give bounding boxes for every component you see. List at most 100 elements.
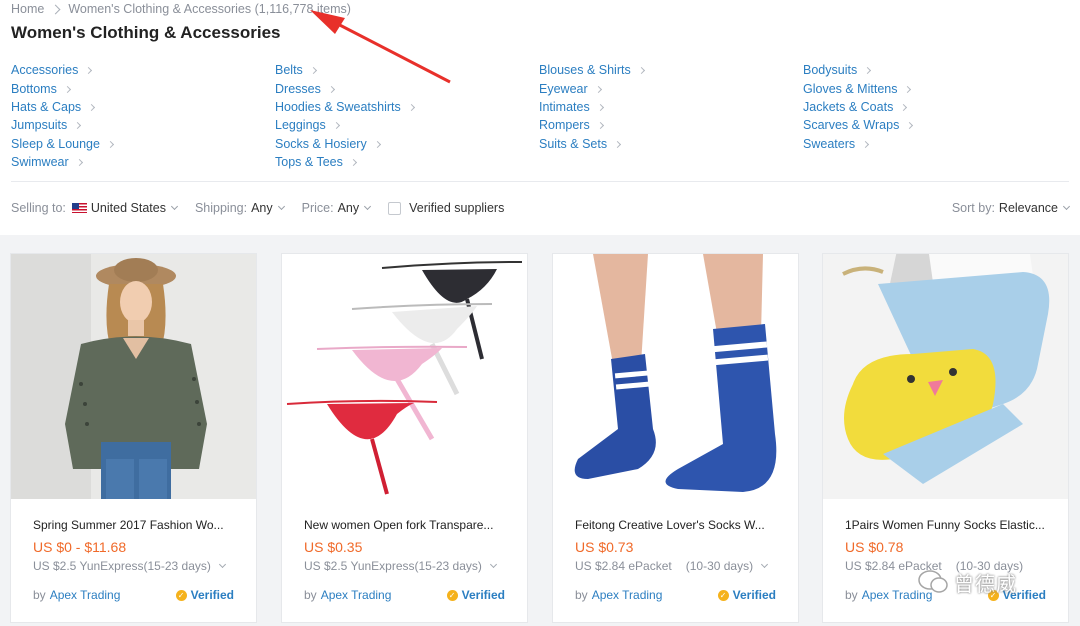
product-image[interactable] — [11, 254, 256, 499]
category-label: Tops & Tees — [275, 155, 343, 170]
supplier-link[interactable]: Apex Trading — [592, 588, 663, 602]
category-link[interactable]: Intimates — [539, 98, 803, 116]
category-link[interactable]: Accessories — [11, 61, 275, 79]
chevron-right-icon — [637, 67, 645, 75]
shipping-info[interactable]: US $2.84 ePacket (10-30 days) — [575, 559, 776, 573]
sort-value: Relevance — [998, 201, 1058, 215]
product-info: Spring Summer 2017 Fashion Wo... US $0 -… — [33, 518, 234, 573]
breadcrumb-current[interactable]: Women's Clothing & Accessories (1,116,77… — [68, 2, 351, 16]
category-column: Bodysuits Gloves & Mittens Jackets & Coa… — [803, 61, 1067, 171]
chick-socks-image — [823, 254, 1068, 499]
category-label: Socks & Hosiery — [275, 136, 367, 151]
category-label: Scarves & Wraps — [803, 118, 900, 133]
selling-to-dropdown[interactable]: Selling to: United States — [11, 201, 178, 215]
category-link[interactable]: Blouses & Shirts — [539, 61, 803, 79]
verified-badge: ✓ Verified — [175, 588, 234, 602]
chevron-right-icon — [332, 122, 340, 130]
chevron-right-icon — [75, 159, 83, 167]
category-link[interactable]: Dresses — [275, 79, 539, 97]
sweater-model-image — [11, 254, 256, 499]
category-link[interactable]: Sweaters — [803, 135, 1067, 153]
category-link[interactable]: Bottoms — [11, 79, 275, 97]
breadcrumb: Home Women's Clothing & Accessories (1,1… — [11, 2, 351, 16]
category-link[interactable]: Scarves & Wraps — [803, 116, 1067, 134]
chevron-right-icon — [349, 159, 357, 167]
category-link[interactable]: Suits & Sets — [539, 135, 803, 153]
product-card[interactable]: Feitong Creative Lover's Socks W... US $… — [552, 253, 799, 623]
us-flag-icon — [71, 203, 87, 213]
category-label: Intimates — [539, 99, 590, 114]
category-link[interactable]: Socks & Hosiery — [275, 135, 539, 153]
category-link[interactable]: Belts — [275, 61, 539, 79]
shipping-days: (15-23 days) — [414, 559, 482, 573]
product-image[interactable] — [553, 254, 798, 499]
product-name[interactable]: 1Pairs Women Funny Socks Elastic... — [845, 518, 1046, 534]
chevron-right-icon — [906, 122, 914, 130]
category-link[interactable]: Rompers — [539, 116, 803, 134]
category-label: Belts — [275, 63, 303, 78]
category-link[interactable]: Tops & Tees — [275, 153, 539, 171]
category-label: Blouses & Shirts — [539, 63, 631, 78]
price-value: Any — [337, 201, 360, 215]
shipping-cost: US $2.5 YunExpress — [33, 559, 144, 573]
category-label: Rompers — [539, 118, 590, 133]
shipping-cost: US $2.5 YunExpress — [304, 559, 415, 573]
category-label: Swimwear — [11, 155, 69, 170]
sort-label: Sort by: — [951, 201, 995, 215]
category-link[interactable]: Jumpsuits — [11, 116, 275, 134]
supplier-link[interactable]: Apex Trading — [50, 588, 121, 602]
verified-suppliers-checkbox[interactable] — [388, 201, 402, 215]
category-label: Leggings — [275, 118, 326, 133]
category-link[interactable]: Hoodies & Sweatshirts — [275, 98, 539, 116]
verified-badge: ✓ Verified — [446, 588, 505, 602]
chevron-right-icon — [864, 67, 872, 75]
breadcrumb-chevron-icon — [50, 4, 61, 14]
verified-label: Verified — [461, 588, 505, 602]
category-link[interactable]: Leggings — [275, 116, 539, 134]
shipping-label: Shipping: — [194, 201, 248, 215]
product-price: US $0.78 — [845, 539, 904, 555]
shipping-days: (10-30 days) — [685, 559, 754, 573]
category-label: Sleep & Lounge — [11, 136, 100, 151]
sort-dropdown[interactable]: Sort by: Relevance — [951, 201, 1071, 215]
shipping-dropdown[interactable]: Shipping: Any — [194, 201, 285, 215]
verified-suppliers-filter[interactable]: Verified suppliers — [388, 201, 504, 215]
breadcrumb-home[interactable]: Home — [11, 2, 44, 16]
product-name[interactable]: Spring Summer 2017 Fashion Wo... — [33, 518, 234, 534]
category-link[interactable]: Jackets & Coats — [803, 98, 1067, 116]
lingerie-image — [282, 254, 527, 499]
shipping-info[interactable]: US $2.5 YunExpress (15-23 days) — [304, 559, 505, 573]
chevron-right-icon — [373, 140, 381, 148]
price-dropdown[interactable]: Price: Any — [302, 201, 372, 215]
chevron-right-icon — [900, 103, 908, 112]
shipping-value: Any — [251, 201, 273, 215]
product-image[interactable] — [282, 254, 527, 499]
product-name[interactable]: New women Open fork Transpare... — [304, 518, 505, 534]
header-panel: Home Women's Clothing & Accessories (1,1… — [0, 0, 1080, 235]
by-label: by — [845, 588, 858, 602]
shipping-info[interactable]: US $2.5 YunExpress (15-23 days) — [33, 559, 234, 573]
product-name[interactable]: Feitong Creative Lover's Socks W... — [575, 518, 776, 534]
product-image[interactable] — [823, 254, 1068, 499]
chevron-right-icon — [596, 122, 604, 130]
category-column: Accessories Bottoms Hats & Caps Jumpsuit… — [11, 61, 275, 171]
blue-socks-image — [553, 254, 798, 499]
category-link[interactable]: Hats & Caps — [11, 98, 275, 116]
filter-bar: Selling to: United States Shipping: Any … — [11, 198, 1071, 218]
category-label: Suits & Sets — [539, 136, 608, 151]
product-price: US $0.35 — [304, 539, 363, 555]
category-link[interactable]: Gloves & Mittens — [803, 79, 1067, 97]
supplier-link[interactable]: Apex Trading — [321, 588, 392, 602]
category-link[interactable]: Sleep & Lounge — [11, 135, 275, 153]
category-link[interactable]: Swimwear — [11, 153, 275, 171]
verified-check-icon: ✓ — [446, 589, 458, 601]
verified-check-icon: ✓ — [717, 589, 729, 601]
chevron-right-icon — [904, 85, 912, 93]
product-info: Feitong Creative Lover's Socks W... US $… — [575, 518, 776, 573]
product-card[interactable]: Spring Summer 2017 Fashion Wo... US $0 -… — [10, 253, 257, 623]
product-card[interactable]: New women Open fork Transpare... US $0.3… — [281, 253, 528, 623]
category-link[interactable]: Eyewear — [539, 79, 803, 97]
verified-badge: ✓ Verified — [717, 588, 776, 602]
category-link[interactable]: Bodysuits — [803, 61, 1067, 79]
chevron-right-icon — [309, 67, 317, 75]
